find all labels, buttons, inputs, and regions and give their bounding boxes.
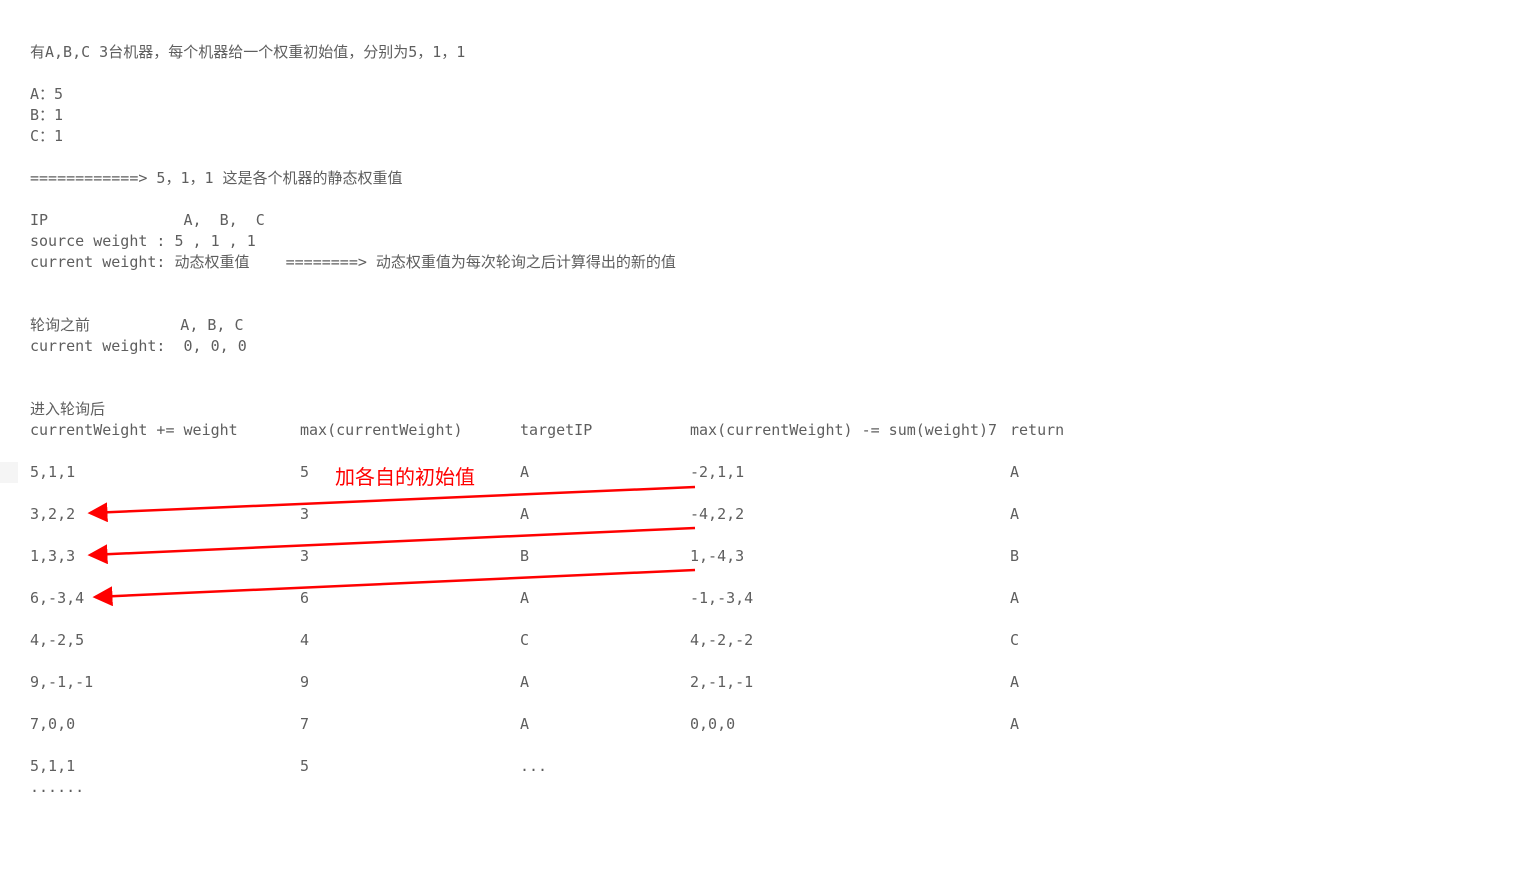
- header-col2: max(currentWeight): [300, 420, 520, 441]
- cell: A: [1010, 672, 1090, 693]
- cell: 4,-2,5: [30, 630, 300, 651]
- current-weight-desc: current weight: 动态权重值 ========> 动态权重值为每次…: [30, 252, 676, 273]
- cell: 6: [300, 588, 520, 609]
- cell: C: [1010, 630, 1090, 651]
- table-row: 1,3,33B1,-4,3B: [30, 546, 1090, 567]
- table-row: 3,2,23A-4,2,2A: [30, 504, 1090, 525]
- cell: -4,2,2: [690, 504, 1010, 525]
- header-col5: return: [1010, 420, 1090, 441]
- cell: A: [520, 672, 690, 693]
- header-col3: targetIP: [520, 420, 690, 441]
- cell: A: [520, 462, 690, 483]
- cell: 3: [300, 546, 520, 567]
- cell: 2,-1,-1: [690, 672, 1010, 693]
- cell: 6,-3,4: [30, 588, 300, 609]
- table-header-row: currentWeight += weightmax(currentWeight…: [30, 420, 1090, 441]
- intro-line: 有A,B,C 3台机器，每个机器给一个权重初始值，分别为5，1，1: [30, 42, 465, 63]
- table-row: 9,-1,-19A2,-1,-1A: [30, 672, 1090, 693]
- table-row: 5,1,15...: [30, 756, 1090, 777]
- weight-c: C：1: [30, 126, 63, 147]
- cell: B: [520, 546, 690, 567]
- before-poll-label: 轮询之前 A, B, C: [30, 315, 244, 336]
- table-row: 4,-2,54C4,-2,-2C: [30, 630, 1090, 651]
- document-content: 有A,B,C 3台机器，每个机器给一个权重初始值，分别为5，1，1 A：5 B：…: [30, 0, 48, 735]
- ip-header: IP A, B, C: [30, 210, 265, 231]
- cell: 4,-2,-2: [690, 630, 1010, 651]
- cell: C: [520, 630, 690, 651]
- gutter-highlight: [0, 462, 18, 483]
- cell: 7: [300, 714, 520, 735]
- cell: 0,0,0: [690, 714, 1010, 735]
- dots-line: ......: [30, 777, 84, 798]
- annotation-arrows: [0, 0, 1520, 886]
- source-weight: source weight : 5 , 1 , 1: [30, 231, 256, 252]
- table-row: 7,0,07A0,0,0A: [30, 714, 1090, 735]
- cell: 3: [300, 504, 520, 525]
- cell: A: [1010, 588, 1090, 609]
- weight-b: B：1: [30, 105, 63, 126]
- static-weights-line: ============> 5，1，1 这是各个机器的静态权重值: [30, 168, 403, 189]
- cell: 9,-1,-1: [30, 672, 300, 693]
- cell: ...: [520, 756, 690, 777]
- cell: A: [520, 588, 690, 609]
- header-col1: currentWeight += weight: [30, 420, 300, 441]
- cell: -2,1,1: [690, 462, 1010, 483]
- cell: 4: [300, 630, 520, 651]
- cell: A: [520, 714, 690, 735]
- cell: 3,2,2: [30, 504, 300, 525]
- line-number-gutter: [0, 0, 18, 886]
- cell: B: [1010, 546, 1090, 567]
- cell: 1,-4,3: [690, 546, 1010, 567]
- cell: 7,0,0: [30, 714, 300, 735]
- annotation-label: 加各自的初始值: [335, 464, 475, 492]
- before-poll-value: current weight: 0, 0, 0: [30, 336, 247, 357]
- cell: A: [1010, 714, 1090, 735]
- cell: A: [1010, 462, 1090, 483]
- cell: A: [1010, 504, 1090, 525]
- cell: -1,-3,4: [690, 588, 1010, 609]
- weight-a: A：5: [30, 84, 63, 105]
- cell: 5,1,1: [30, 462, 300, 483]
- cell: 5,1,1: [30, 756, 300, 777]
- cell: 1,3,3: [30, 546, 300, 567]
- after-poll-label: 进入轮询后: [30, 399, 105, 420]
- cell: 5: [300, 756, 520, 777]
- table-row: 6,-3,46A-1,-3,4A: [30, 588, 1090, 609]
- table-row: 5,1,15A-2,1,1A: [30, 462, 1090, 483]
- cell: 9: [300, 672, 520, 693]
- header-col4: max(currentWeight) -= sum(weight)7: [690, 420, 1010, 441]
- cell: A: [520, 504, 690, 525]
